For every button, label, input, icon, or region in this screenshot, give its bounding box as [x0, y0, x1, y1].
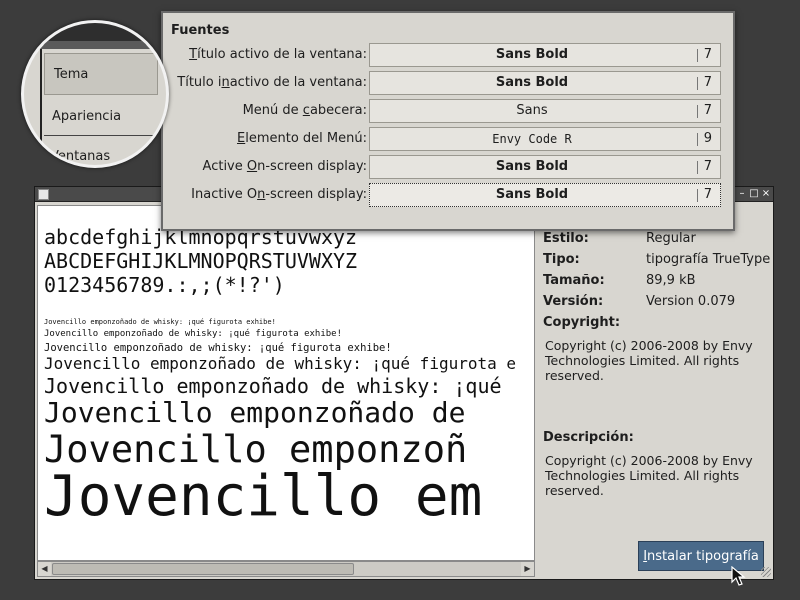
install-button-label: nstalar tipografía [647, 549, 759, 564]
description-label: Descripción: [543, 430, 634, 445]
font-row-label-mnemonic: n [221, 75, 230, 90]
font-size-separator [697, 133, 698, 146]
font-row-label-text: Active [202, 159, 247, 174]
app-icon [38, 189, 49, 200]
close-button[interactable]: × [761, 187, 771, 200]
font-size-separator [697, 189, 698, 202]
font-size: 7 [703, 187, 712, 202]
font-row-label-text: Inactive O [191, 187, 258, 202]
size-label: Tamaño: [543, 273, 605, 288]
font-picker-button-4[interactable]: Sans Bold 7 [369, 155, 721, 179]
font-picker-button-2[interactable]: Sans 7 [369, 99, 721, 123]
sample-pangram-20: Jovencillo emponzoñado de whisky: ¡qué [44, 374, 502, 398]
copyright-label: Copyright: [543, 315, 621, 330]
version-label: Versión: [543, 294, 604, 309]
font-row-label-1: Título inactivo de la ventana: [177, 75, 367, 90]
font-size-separator [697, 161, 698, 174]
magnified-item-tema[interactable]: Tema [54, 67, 88, 82]
fonts-settings-panel: Fuentes Título activo de la ventana: Sans… [161, 11, 735, 231]
style-value: Regular [646, 231, 696, 246]
sample-uppercase: ABCDEFGHIJKLMNOPQRSTUVWXYZ [44, 249, 358, 273]
magnified-toolbar [24, 41, 166, 49]
sample-pangram-28: Jovencillo emponzoñado de [44, 396, 466, 429]
font-row-label-text: ítulo activo de la ventana: [197, 47, 367, 62]
scrollbar-thumb[interactable] [52, 563, 354, 575]
font-sample-area[interactable]: abcdefghijklmnopqrstuvwxyz ABCDEFGHIJKLM… [37, 205, 535, 561]
sample-pangram-10: Jovencillo emponzoñado de whisky: ¡qué f… [44, 342, 392, 354]
font-row-label-text: activo de la ventana: [229, 75, 367, 90]
font-row-label-2: Menú de cabecera: [243, 103, 367, 118]
mouse-cursor-icon [731, 566, 746, 586]
font-size: 9 [703, 131, 712, 146]
sample-pangram-56: Jovencillo em [44, 464, 483, 529]
type-value: tipografía TrueType [646, 252, 771, 267]
font-size: 7 [703, 75, 712, 90]
font-size: 7 [703, 103, 712, 118]
font-row-label-0: Título activo de la ventana: [189, 47, 367, 62]
magnified-item-ventanas[interactable]: Ventanas [50, 149, 110, 164]
font-size-separator [697, 105, 698, 118]
font-name: Sans Bold [495, 159, 569, 174]
font-name: Sans Bold [495, 47, 569, 62]
font-row-label-mnemonic: O [246, 159, 258, 174]
font-picker-button-5[interactable]: Sans Bold 7 [369, 183, 721, 207]
font-name: Sans [516, 103, 548, 118]
size-value: 89,9 kB [646, 273, 696, 288]
magnified-item-apariencia[interactable]: Apariencia [52, 109, 121, 124]
description-value: Copyright (c) 2006-2008 by Envy Technolo… [545, 453, 753, 498]
font-size-separator [697, 49, 698, 62]
scroll-left-icon[interactable]: ◀ [38, 562, 51, 576]
font-row-label-3: Elemento del Menú: [237, 131, 367, 146]
font-row-label-4: Active On-screen display: [203, 159, 367, 174]
magnified-divider [44, 135, 166, 136]
font-size: 7 [703, 159, 712, 174]
magnified-list-border [40, 49, 42, 165]
font-viewer-window: – □ × abcdefghijklmnopqrstuvwxyz ABCDEFG… [34, 186, 774, 580]
sample-digits: 0123456789.:,;(*!?') [44, 273, 285, 297]
fonts-heading: Fuentes [171, 23, 230, 38]
font-name: Sans Bold [495, 187, 569, 202]
font-row-label-5: Inactive On-screen display: [191, 187, 367, 202]
font-size: 7 [703, 47, 712, 62]
type-label: Tipo: [543, 252, 580, 267]
font-row-label-text: n-screen display: [257, 159, 367, 174]
font-row-label-text: Título i [177, 75, 222, 90]
version-value: Version 0.079 [646, 294, 736, 309]
font-row-label-text: Menú de [242, 103, 303, 118]
sample-pangram-9: Jovencillo emponzoñado de whisky: ¡qué f… [44, 329, 343, 339]
magnifier-lens: Tema Apariencia Ventanas [21, 20, 169, 168]
font-picker-button-3[interactable]: Envy Code R 9 [369, 127, 721, 151]
sample-pangram-7: Jovencillo emponzoñado de whisky: ¡qué f… [44, 318, 276, 326]
font-picker-button-1[interactable]: Sans Bold 7 [369, 71, 721, 95]
font-row-label-mnemonic: c [302, 103, 310, 118]
font-size-separator [697, 77, 698, 90]
scroll-right-icon[interactable]: ▶ [521, 562, 534, 576]
font-row-label-text: abecera: [309, 103, 367, 118]
font-row-label-mnemonic: E [237, 131, 246, 146]
font-name: Envy Code R [492, 132, 572, 146]
style-label: Estilo: [543, 231, 589, 246]
font-name: Sans Bold [495, 75, 569, 90]
font-row-label-text: lemento del Menú: [245, 131, 367, 146]
font-picker-button-0[interactable]: Sans Bold 7 [369, 43, 721, 67]
sample-pangram-16: Jovencillo emponzoñado de whisky: ¡qué f… [44, 354, 517, 373]
maximize-button[interactable]: □ [749, 187, 759, 200]
copyright-value: Copyright (c) 2006-2008 by Envy Technolo… [545, 338, 753, 383]
font-row-label-mnemonic: T [189, 47, 198, 62]
font-row-label-text: -screen display: [265, 187, 367, 202]
resize-grip[interactable] [761, 567, 771, 577]
horizontal-scrollbar[interactable]: ◀ ▶ [37, 561, 535, 577]
minimize-button[interactable]: – [737, 187, 747, 200]
